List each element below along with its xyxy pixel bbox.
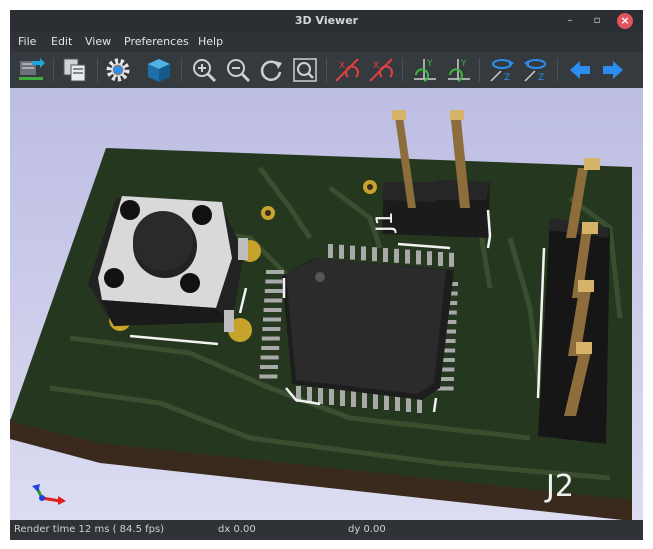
- qfp-pin: [261, 336, 280, 341]
- arrow-left-icon[interactable]: [565, 55, 595, 85]
- status-bar: Render time 12 ms ( 84.5 fps) dx 0.00 dy…: [10, 520, 643, 540]
- qfp-pin: [329, 389, 334, 405]
- menu-help[interactable]: Help: [198, 35, 223, 48]
- qfp-pin: [318, 388, 323, 404]
- dx-readout: dx 0.00: [218, 524, 256, 535]
- j2-label: J2: [544, 469, 574, 504]
- toolbar-separator: [326, 58, 327, 82]
- qfp-pin: [362, 392, 367, 408]
- qfp-pin: [260, 365, 278, 369]
- toolbar-separator: [402, 58, 403, 82]
- qfp-pin: [307, 387, 312, 403]
- svg-text:Z: Z: [504, 73, 510, 83]
- rotate-y-cw-icon[interactable]: Y: [444, 55, 474, 85]
- zoom-in-icon[interactable]: [189, 55, 219, 85]
- redraw-icon[interactable]: [256, 55, 286, 85]
- toolbar-separator: [53, 58, 54, 82]
- qfp-pin: [395, 395, 400, 411]
- zoom-out-icon[interactable]: [223, 55, 253, 85]
- window-title: 3D Viewer: [294, 14, 359, 27]
- render-time: Render time 12 ms ( 84.5 fps): [14, 524, 165, 535]
- qfp-pin: [350, 245, 355, 260]
- qfp-pin: [263, 308, 282, 312]
- menu-view[interactable]: View: [85, 35, 111, 48]
- maximize-button[interactable]: ▫: [589, 13, 605, 29]
- zoom-fit-icon[interactable]: [290, 55, 320, 85]
- svg-text:X: X: [373, 61, 379, 71]
- menu-edit[interactable]: Edit: [51, 35, 72, 48]
- qfp-pin: [351, 391, 356, 407]
- qfp-pin: [384, 394, 389, 410]
- rotate-z-cw-icon[interactable]: Z: [521, 55, 551, 85]
- qfp-pin: [259, 374, 278, 379]
- qfp-pin: [266, 270, 284, 274]
- qfp-pin: [394, 248, 399, 263]
- qfp-pin: [262, 327, 281, 331]
- qfp-pin: [372, 247, 377, 262]
- qfp-pin: [340, 390, 345, 406]
- svg-text:Y: Y: [426, 59, 433, 69]
- qfp-pin: [265, 279, 284, 284]
- title-bar: 3D Viewer – ▫ ×: [10, 10, 643, 32]
- toolbar-separator: [479, 58, 480, 82]
- rotate-z-ccw-icon[interactable]: Z: [487, 55, 517, 85]
- dy-readout: dy 0.00: [348, 524, 386, 535]
- qfp-pin: [427, 251, 432, 266]
- qfp-pin: [339, 244, 344, 259]
- toolbar-separator: [181, 58, 182, 82]
- copy-image-icon[interactable]: [60, 55, 90, 85]
- toolbar-separator: [557, 58, 558, 82]
- qfp-pin: [261, 346, 280, 350]
- close-button[interactable]: ×: [617, 13, 633, 29]
- minimize-button[interactable]: –: [562, 13, 578, 29]
- menu-bar: File Edit View Preferences Help: [10, 32, 643, 52]
- toolbar: X X Y Y Z Z: [10, 52, 643, 89]
- rotate-y-ccw-icon[interactable]: Y: [410, 55, 440, 85]
- qfp-pin: [383, 248, 388, 262]
- j1-label: J1: [373, 212, 398, 235]
- pcb-3d-render: J1 J2: [10, 110, 632, 520]
- 3d-cube-icon[interactable]: [144, 55, 174, 85]
- qfp-pin: [449, 252, 454, 267]
- qfp-pin: [373, 393, 378, 409]
- reload-board-icon[interactable]: [16, 55, 46, 85]
- qfp-pin: [264, 298, 283, 303]
- rotate-x-cw-icon[interactable]: X: [366, 55, 396, 85]
- render-options-icon[interactable]: [103, 55, 133, 85]
- qfp-pin: [416, 250, 421, 265]
- push-button: [88, 196, 248, 332]
- qfp-pin: [264, 289, 283, 293]
- qfp-pin: [328, 244, 333, 258]
- qfp-pin: [361, 246, 366, 261]
- pin1-marker: [315, 272, 325, 282]
- qfp-pin: [260, 355, 279, 360]
- 3d-viewer-window: 3D Viewer – ▫ × File Edit View Preferenc…: [10, 10, 643, 540]
- qfp-pin: [263, 317, 281, 322]
- qfp-pin: [438, 252, 443, 266]
- toolbar-separator: [97, 58, 98, 82]
- arrow-right-icon[interactable]: [598, 55, 628, 85]
- axis-gizmo: [32, 484, 66, 505]
- svg-text:Z: Z: [538, 73, 544, 83]
- qfp-pin: [405, 249, 410, 264]
- rotate-x-ccw-icon[interactable]: X: [332, 55, 362, 85]
- svg-text:Y: Y: [460, 59, 467, 69]
- menu-file[interactable]: File: [18, 35, 36, 48]
- svg-text:X: X: [339, 61, 345, 71]
- 3d-viewport[interactable]: J1 J2: [10, 88, 643, 520]
- menu-preferences[interactable]: Preferences: [124, 35, 189, 48]
